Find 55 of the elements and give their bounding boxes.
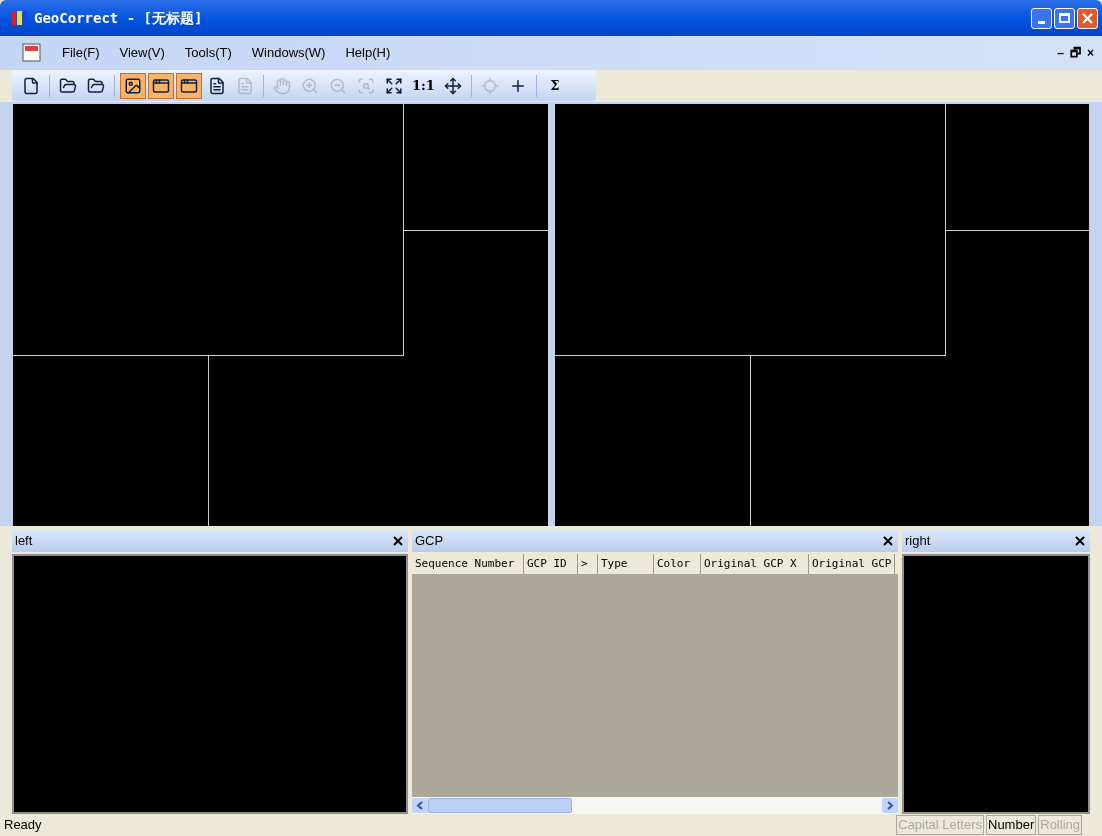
zoom-box-icon (357, 76, 375, 95)
menu-item[interactable]: Tools(T) (174, 43, 242, 63)
zoom-out-icon (329, 76, 347, 95)
scroll-right-icon[interactable] (882, 798, 898, 813)
document-icon (22, 43, 42, 63)
close-icon[interactable] (883, 536, 893, 546)
column-header[interactable]: > (578, 554, 598, 574)
folder-icon (87, 76, 105, 95)
close-button[interactable] (1077, 7, 1098, 29)
folder-icon (59, 76, 77, 95)
target-icon (480, 76, 499, 95)
mdi-control[interactable]: 🗗 (1070, 44, 1081, 62)
move-icon (443, 76, 462, 95)
close-icon[interactable] (393, 536, 403, 546)
horizontal-scrollbar[interactable] (412, 797, 898, 814)
menu-item[interactable]: Windows(W) (241, 43, 336, 63)
window-title: GeoCorrect - [无标题] (34, 8, 203, 28)
document-icon (236, 76, 254, 95)
column-header[interactable]: Original GCP X (701, 554, 809, 574)
panel-title: right (905, 532, 931, 551)
column-header[interactable]: Type (598, 554, 654, 574)
scroll-left-icon[interactable] (412, 798, 428, 813)
menu-item[interactable]: Help(H) (335, 43, 401, 63)
document-icon (208, 76, 226, 95)
status-indicator: Rolling (1038, 815, 1082, 835)
panel-title: GCP (415, 532, 444, 551)
menu-item[interactable]: File(F) (52, 43, 110, 63)
column-header[interactable]: Sequence Number (412, 554, 524, 574)
toolbar-button[interactable]: Σ (541, 72, 568, 99)
window-icon (152, 76, 170, 95)
toolbar-button[interactable]: 1:1 (409, 72, 438, 99)
close-icon (1082, 12, 1093, 24)
zoom-in-icon (301, 76, 319, 95)
toolbar-button[interactable] (148, 72, 174, 99)
panel-title: left (15, 532, 33, 551)
status-text: Ready (4, 816, 42, 835)
new-file-icon (22, 76, 40, 95)
column-header[interactable]: GCP ID (524, 554, 578, 574)
expand-icon (385, 76, 403, 95)
status-indicator: Capital Letters (896, 815, 984, 835)
toolbar-button[interactable] (176, 72, 202, 99)
maximize-button[interactable] (1054, 7, 1075, 29)
hand-icon (273, 76, 291, 95)
app-logo-icon (12, 9, 28, 27)
mdi-control[interactable]: – (1057, 44, 1064, 62)
picture-frame-icon (124, 76, 142, 95)
toolbar-button[interactable] (120, 72, 146, 99)
menu-item[interactable]: View(V) (109, 43, 175, 63)
minimize-button[interactable] (1031, 7, 1052, 29)
status-indicator: Number (986, 815, 1037, 835)
mdi-control[interactable]: × (1087, 44, 1094, 62)
close-icon[interactable] (1075, 536, 1085, 546)
column-header[interactable]: Original GCP (809, 554, 895, 574)
window-icon (180, 76, 198, 95)
column-header[interactable]: Color (654, 554, 701, 574)
